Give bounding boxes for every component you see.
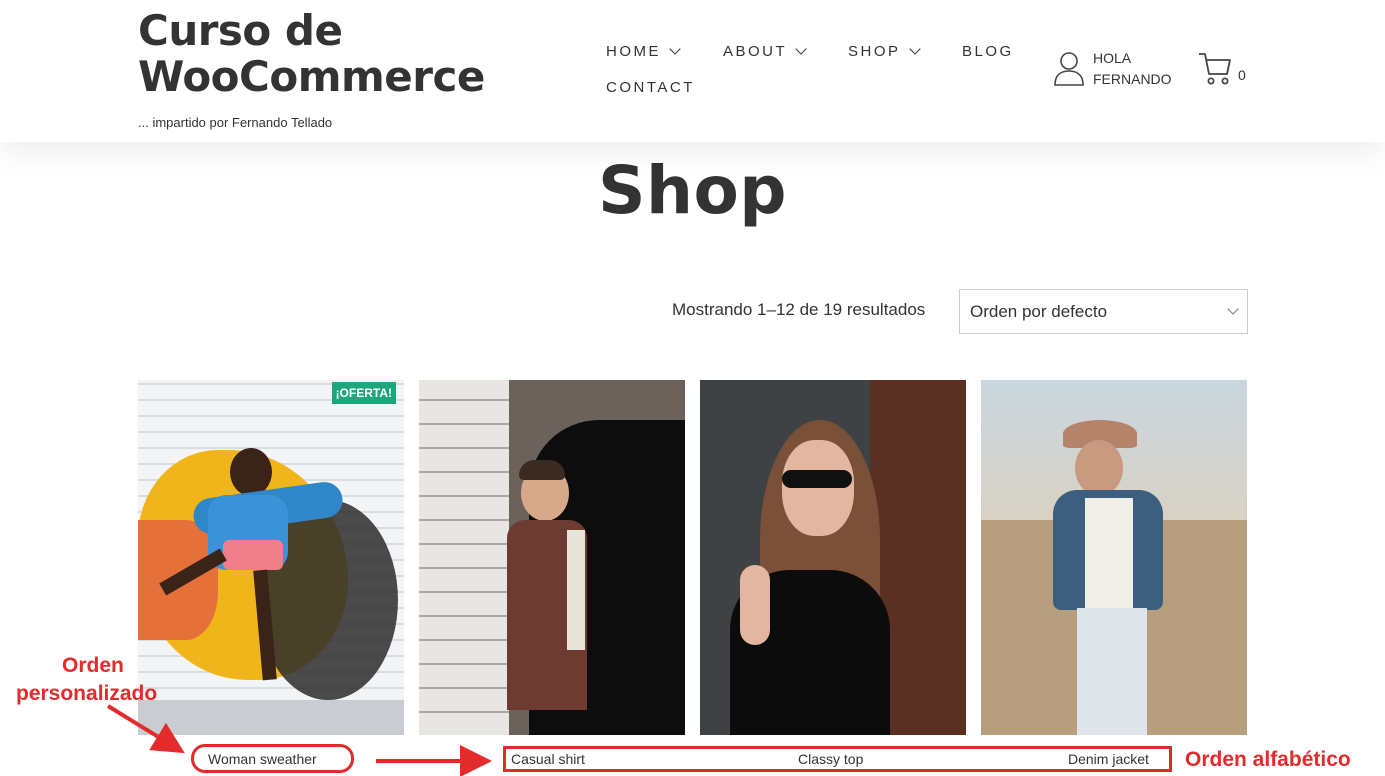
chevron-down-icon	[795, 43, 807, 55]
nav-label-home: HOME	[606, 43, 661, 60]
arrow-to-oval	[106, 704, 185, 754]
cart-count: 0	[1238, 67, 1246, 83]
chevron-down-icon	[908, 43, 921, 55]
account-link[interactable]: HOLA FERNANDO	[1053, 48, 1183, 90]
account-greeting-line-2: FERNANDO	[1093, 71, 1172, 87]
nav-label-contact: CONTACT	[606, 79, 695, 96]
logo-line-1: Curso de	[138, 6, 343, 55]
nav-item-contact[interactable]: CONTACT	[606, 79, 695, 96]
logo-line-2: WooCommerce	[138, 52, 485, 101]
nav-item-home[interactable]: HOME	[606, 43, 681, 60]
cart-icon	[1199, 53, 1231, 85]
chevron-down-icon	[669, 43, 681, 55]
nav-item-blog[interactable]: BLOG	[962, 43, 1014, 60]
site-tagline: ... impartido por Fernando Tellado	[138, 115, 333, 130]
nav-item-about[interactable]: ABOUT	[723, 43, 807, 60]
nav-label-shop: SHOP	[848, 43, 901, 60]
site-header: Curso de WooCommerce ... impartido por F…	[0, 0, 1385, 142]
nav-item-shop[interactable]: SHOP	[848, 43, 921, 60]
account-greeting-line-1: HOLA	[1093, 50, 1132, 66]
account-greeting: HOLA FERNANDO	[1093, 48, 1183, 90]
user-icon	[1054, 52, 1084, 86]
nav-label-about: ABOUT	[723, 43, 788, 60]
nav-label-blog: BLOG	[962, 43, 1014, 60]
site-logo[interactable]: Curso de WooCommerce	[138, 8, 485, 100]
cart-link[interactable]: 0	[1198, 50, 1246, 86]
sale-badge: ¡OFERTA!	[331, 382, 396, 404]
